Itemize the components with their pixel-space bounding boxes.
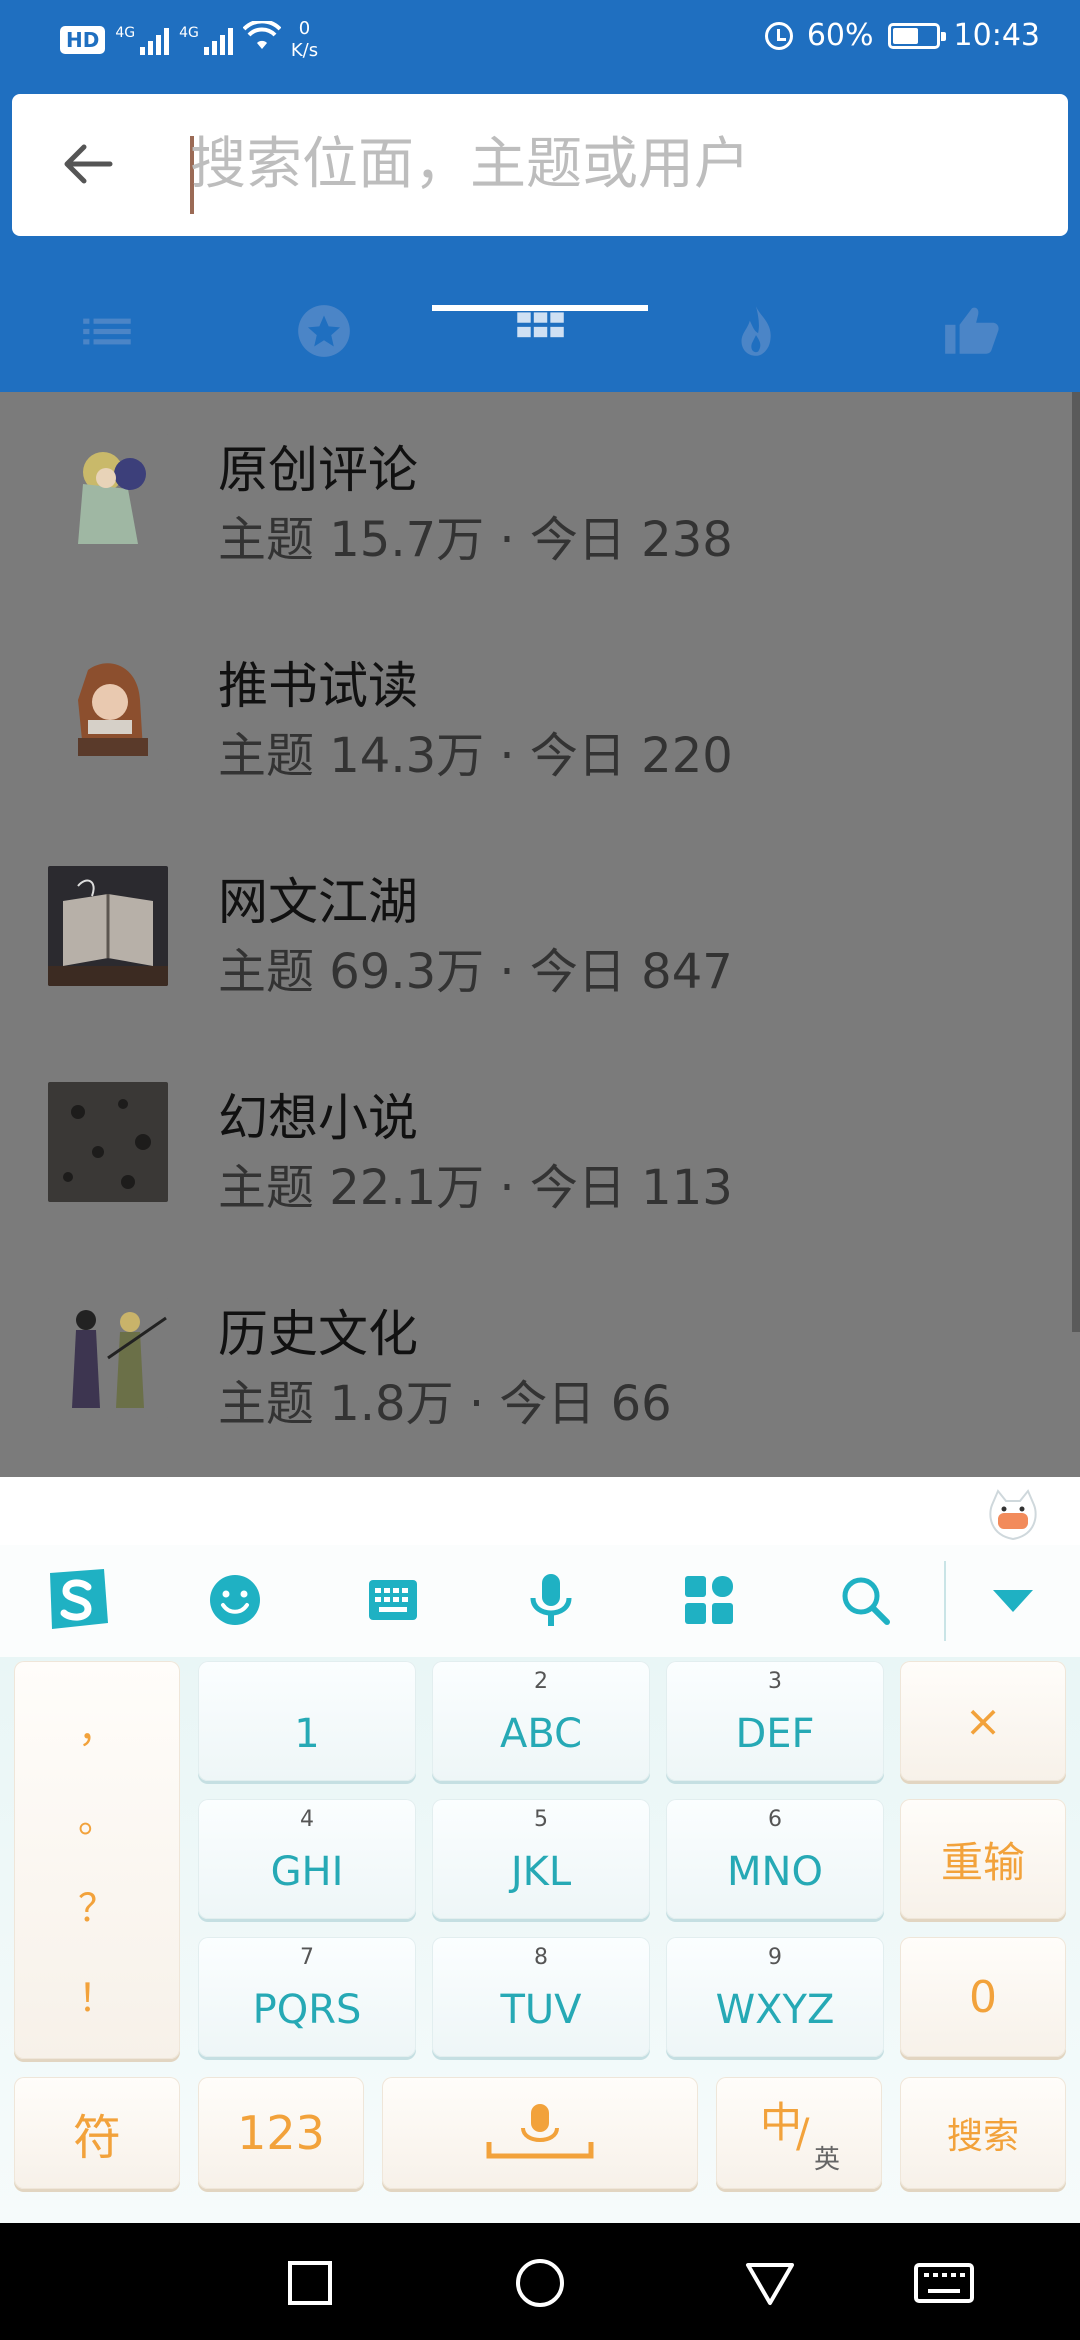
clock: 10:43 <box>953 18 1040 53</box>
forum-thumbnail <box>48 434 168 554</box>
active-tab-indicator <box>432 305 648 311</box>
alarm-icon <box>764 21 793 50</box>
recent-apps-icon[interactable] <box>280 2253 340 2313</box>
list-item[interactable]: 推书试读 主题 14.3万 · 今日 220 <box>0 608 1070 824</box>
list-item[interactable]: 网文江湖 主题 69.3万 · 今日 847 <box>0 824 1070 1040</box>
flame-icon <box>741 306 771 356</box>
microphone-icon[interactable] <box>516 1565 586 1635</box>
wifi-icon <box>242 19 282 59</box>
back-arrow-icon[interactable] <box>58 134 118 194</box>
key-5-jkl[interactable]: 5 JKL <box>432 1799 650 1919</box>
search-action-key[interactable]: 搜索 <box>900 2077 1066 2189</box>
emoji-icon[interactable] <box>200 1565 270 1635</box>
network-speed: 0 K/s <box>290 18 319 61</box>
ime-keyboard: ， 。 ？ ！ 1 2 ABC 3 DEF × 4 GHI 5 JKL 6 MN… <box>0 1477 1080 2223</box>
space-voice-key[interactable] <box>382 2077 698 2189</box>
key-9-wxyz[interactable]: 9 WXYZ <box>666 1937 884 2057</box>
key-0[interactable]: 0 <box>900 1937 1066 2057</box>
list-item[interactable]: 历史文化 主题 1.8万 · 今日 66 <box>0 1256 1070 1472</box>
search-box[interactable] <box>12 94 1068 236</box>
mascot-icon[interactable] <box>984 1487 1042 1545</box>
forum-title: 网文江湖 <box>218 873 418 931</box>
forum-stats: 主题 22.1万 · 今日 113 <box>218 1160 733 1216</box>
keyboard-top-strip <box>0 1477 1080 1545</box>
navigation-bar <box>0 2223 1080 2340</box>
forum-thumbnail <box>48 1082 168 1202</box>
status-bar: HD 4G 4G 0 K/s 60% 10:43 <box>0 0 1080 80</box>
key-period[interactable]: 。 <box>78 1788 116 1843</box>
list-item[interactable]: 幻想小说 主题 22.1万 · 今日 113 <box>0 1040 1070 1256</box>
category-tabs <box>0 305 1080 392</box>
apps-grid-icon[interactable] <box>674 1565 744 1635</box>
battery-percent: 60% <box>806 18 874 53</box>
key-1[interactable]: 1 <box>198 1661 416 1781</box>
list-scrollbar[interactable] <box>1072 392 1080 1332</box>
search-icon[interactable] <box>830 1565 900 1635</box>
tab-hot[interactable] <box>648 306 864 392</box>
tab-list[interactable] <box>0 315 216 392</box>
key-6-mno[interactable]: 6 MNO <box>666 1799 884 1919</box>
numbers-key[interactable]: 123 <box>198 2077 364 2189</box>
key-question[interactable]: ？ <box>78 1877 116 1932</box>
sogou-logo-icon[interactable] <box>42 1565 112 1635</box>
tab-recommend[interactable] <box>864 307 1080 392</box>
reenter-key[interactable]: 重输 <box>900 1799 1066 1919</box>
forum-list: 原创评论 主题 15.7万 · 今日 238 推书试读 主题 14.3万 · 今… <box>0 392 1080 1477</box>
forum-stats: 主题 1.8万 · 今日 66 <box>218 1376 672 1432</box>
star-icon <box>298 305 350 357</box>
forum-stats: 主题 14.3万 · 今日 220 <box>218 728 733 784</box>
back-triangle-icon[interactable] <box>740 2253 800 2313</box>
symbols-key[interactable]: 符 <box>14 2077 180 2189</box>
battery-icon <box>887 22 946 49</box>
key-area: ， 。 ？ ！ 1 2 ABC 3 DEF × 4 GHI 5 JKL 6 MN… <box>0 1657 1080 2223</box>
search-input[interactable] <box>190 114 1030 214</box>
forum-title: 历史文化 <box>218 1305 418 1363</box>
key-2-abc[interactable]: 2 ABC <box>432 1661 650 1781</box>
thumbs-up-icon <box>945 307 999 354</box>
language-switch-key[interactable]: 中 / 英 <box>716 2077 882 2189</box>
toolbar-separator <box>944 1561 946 1641</box>
delete-key[interactable]: × <box>900 1661 1066 1781</box>
key-4-ghi[interactable]: 4 GHI <box>198 1799 416 1919</box>
keyboard-layout-icon[interactable] <box>358 1565 428 1635</box>
voice-space-icon <box>486 2104 594 2159</box>
key-exclaim[interactable]: ！ <box>78 1967 116 2022</box>
app-bar <box>0 80 1080 392</box>
forum-stats: 主题 15.7万 · 今日 238 <box>218 512 733 568</box>
keyboard-switch-icon[interactable] <box>912 2253 976 2313</box>
hd-badge: HD <box>60 26 106 54</box>
forum-title: 幻想小说 <box>218 1089 418 1147</box>
forum-thumbnail <box>48 866 168 986</box>
key-8-tuv[interactable]: 8 TUV <box>432 1937 650 2057</box>
forum-title: 推书试读 <box>218 657 418 715</box>
key-3-def[interactable]: 3 DEF <box>666 1661 884 1781</box>
list-item[interactable]: 原创评论 主题 15.7万 · 今日 238 <box>0 392 1070 608</box>
forum-title: 原创评论 <box>218 441 418 499</box>
signal-icon-2: 4G <box>179 25 233 55</box>
forum-thumbnail <box>48 1298 168 1418</box>
keyboard-toolbar <box>0 1545 1080 1645</box>
key-7-pqrs[interactable]: 7 PQRS <box>198 1937 416 2057</box>
punctuation-column[interactable]: ， 。 ？ ！ <box>14 1661 180 2059</box>
forum-stats: 主题 69.3万 · 今日 847 <box>218 944 733 1000</box>
tab-categories[interactable] <box>432 312 648 392</box>
forum-thumbnail <box>48 650 168 770</box>
signal-icon: 4G <box>115 25 170 55</box>
list-icon <box>83 318 131 345</box>
home-icon[interactable] <box>510 2253 570 2313</box>
tab-favorites[interactable] <box>216 305 432 392</box>
key-comma[interactable]: ， <box>78 1698 116 1753</box>
collapse-keyboard-icon[interactable] <box>978 1565 1048 1635</box>
